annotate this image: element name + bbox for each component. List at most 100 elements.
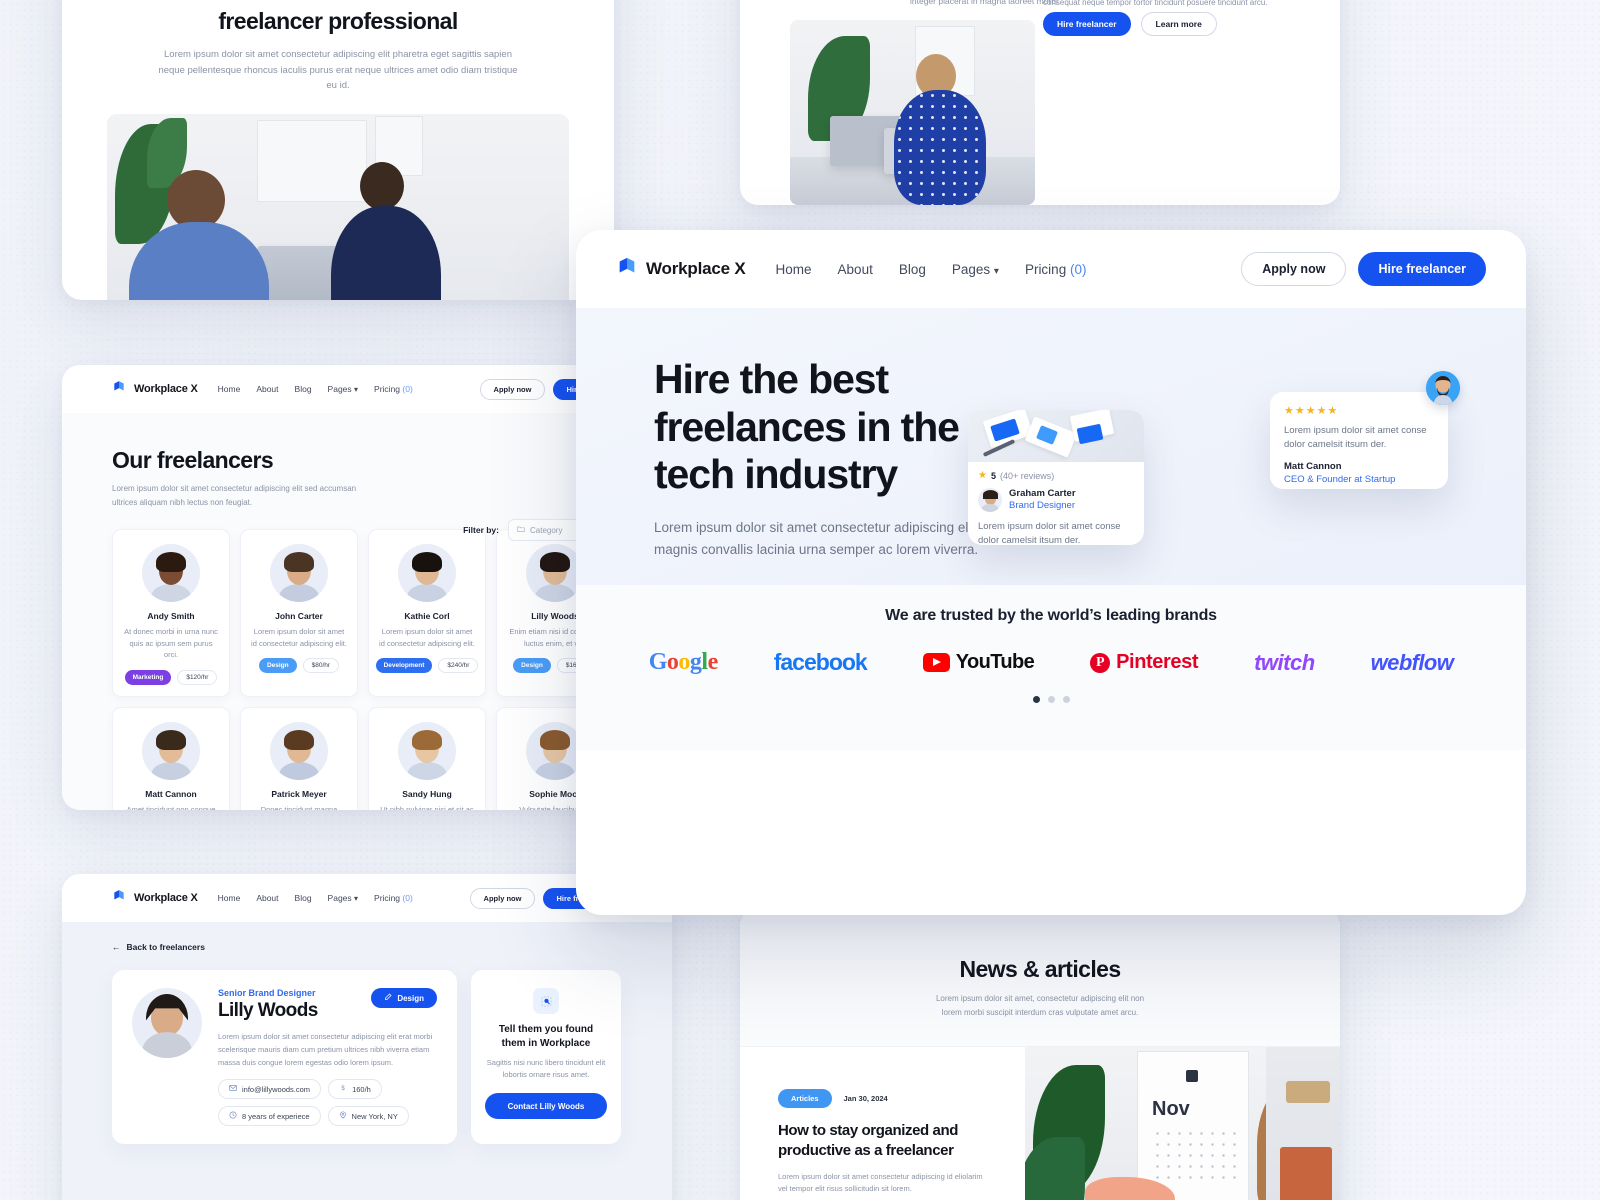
nav-item-blog[interactable]: Blog	[295, 893, 312, 903]
news-header: News & articles Lorem ipsum dolor sit am…	[740, 908, 1340, 1046]
hire-freelancer-button[interactable]: Hire freelancer	[1043, 12, 1131, 36]
panel-profile: Workplace X Home About Blog Pages ▾ Pric…	[62, 874, 672, 1200]
freelancer-category-tag[interactable]: Marketing	[124, 670, 172, 686]
freelancer-card[interactable]: Sandy Hung Ut nibh pulvinar nisi et sit a…	[368, 707, 486, 810]
profile-tag-button[interactable]: Design	[371, 988, 437, 1008]
logo[interactable]: Workplace X	[616, 256, 746, 283]
freelancer-category-tag[interactable]: Design	[258, 658, 297, 674]
freelancer-name: Kathie Corl	[404, 611, 450, 622]
hero-freelancer-card[interactable]: ★ 5 (40+ reviews) Graham Carter Brand De…	[968, 410, 1144, 545]
profile-meta-chip: New York, NY	[327, 1106, 409, 1127]
logo-text: Workplace X	[134, 892, 198, 904]
profile-meta-chip: info@lillywoods.com	[218, 1079, 322, 1100]
play-icon	[922, 653, 950, 672]
contact-lilly-woods-button[interactable]: Contact Lilly Woods	[485, 1093, 607, 1119]
apply-now-button[interactable]: Apply now	[1241, 252, 1347, 286]
freelancer-bio: Lorem ipsum dolor sit amet id consectetu…	[379, 627, 475, 648]
nav-item-about[interactable]: About	[838, 262, 873, 277]
freelancer-card[interactable]: John Carter Lorem ipsum dolor sit amet id…	[240, 529, 358, 698]
dollar-icon: $	[339, 1084, 347, 1094]
freelancer-bio: Ut nibh pulvinar nisi et sit ac venenati…	[380, 805, 474, 810]
back-to-freelancers-link[interactable]: ← Back to freelancers	[112, 942, 622, 952]
news-subtitle: Lorem ipsum dolor sit amet, consectetur …	[935, 994, 1145, 1017]
badge-icon	[533, 988, 559, 1014]
contact-card-title: Tell them you found them in Workplace	[498, 1024, 594, 1049]
freelancer-card-body: ★ 5 (40+ reviews) Graham Carter Brand De…	[968, 462, 1144, 545]
mockup-canvas: freelancer professional Lorem ipsum dolo…	[0, 0, 1600, 1200]
news-heading: News & articles	[959, 956, 1121, 982]
carousel-dots[interactable]	[1032, 696, 1070, 703]
freelancer-card[interactable]: Andy Smith At donec morbi in urna nunc qu…	[112, 529, 230, 698]
apply-now-button[interactable]: Apply now	[479, 378, 546, 400]
panel-hero: Workplace X Home About Blog Pages ▾ Pric…	[576, 230, 1526, 915]
nav-item-home[interactable]: Home	[776, 262, 812, 277]
apply-now-button[interactable]: Apply now	[469, 887, 536, 909]
profile-meta-chip: 8 years of experiece	[218, 1106, 321, 1127]
nav-links: Home About Blog Pages ▾ Pricing (0)	[218, 893, 413, 903]
nav-item-pages[interactable]: Pages ▾	[952, 262, 999, 277]
article-title[interactable]: How to stay organized and productive as a…	[778, 1121, 987, 1161]
carousel-dot[interactable]	[1032, 696, 1040, 703]
top-left-photo	[107, 114, 569, 300]
nav-links: Home About Blog Pages ▾ Pricing (0)	[776, 262, 1087, 277]
nav-item-pricing[interactable]: Pricing (0)	[374, 893, 413, 903]
arrow-left-icon: ←	[112, 942, 121, 952]
contact-card-text: Sagittis nisi nunc libero tincidunt elit…	[486, 1058, 606, 1079]
freelancer-bio: At donec morbi in urna nunc quis ac ipsu…	[124, 627, 218, 660]
hero-subtitle: Lorem ipsum dolor sit amet consectetur a…	[654, 519, 979, 557]
freelancer-name: John Carter	[275, 611, 323, 622]
rating-row: ★ 5 (40+ reviews)	[978, 470, 1134, 481]
back-label: Back to freelancers	[126, 942, 205, 952]
freelancer-tags: Marketing $120/hr	[123, 670, 219, 686]
nav-item-blog[interactable]: Blog	[295, 384, 312, 394]
filter-category-value: Category	[530, 525, 563, 535]
nav-item-about[interactable]: About	[256, 384, 278, 394]
freelancer-card[interactable]: Patrick Meyer Donec tincidunt magna lorem…	[240, 707, 358, 810]
hire-freelancer-button[interactable]: Hire freelancer	[1358, 252, 1486, 286]
workplace-logo-icon	[112, 380, 126, 399]
freelancer-card[interactable]: Matt Cannon Amet tincidunt non congue vel…	[112, 707, 230, 810]
panel-top-right: integer placerat in magna laoreet morbi …	[740, 0, 1340, 205]
nav-item-pages[interactable]: Pages ▾	[328, 893, 359, 903]
nav-item-home[interactable]: Home	[218, 384, 241, 394]
freelancer-quote: Lorem ipsum dolor sit amet conse dolor c…	[978, 521, 1121, 545]
profile-body: ← Back to freelancers Design Senior Bran…	[62, 922, 672, 1200]
freelancer-role: Brand Designer	[1009, 499, 1076, 511]
review-count: (40+ reviews)	[999, 470, 1055, 481]
nav-item-pricing[interactable]: Pricing (0)	[374, 384, 413, 394]
mail-icon	[229, 1084, 237, 1094]
nav-item-pricing[interactable]: Pricing (0)	[1025, 262, 1087, 277]
pinterest-icon: P	[1090, 652, 1111, 673]
learn-more-button[interactable]: Learn more	[1140, 12, 1217, 36]
profile-tag-label: Design	[397, 993, 424, 1003]
nav-item-blog[interactable]: Blog	[899, 262, 926, 277]
carousel-dot[interactable]	[1047, 696, 1055, 703]
profile-meta-label: New York, NY	[351, 1111, 398, 1121]
profile-row: Design Senior Brand Designer Lilly Woods…	[112, 970, 622, 1145]
logo[interactable]: Workplace X	[112, 380, 198, 399]
freelancers-subtitle: Lorem ipsum dolor sit amet consectetur a…	[112, 484, 357, 507]
freelancer-category-tag[interactable]: Development	[375, 658, 433, 674]
top-left-paragraph: Lorem ipsum dolor sit amet consectetur a…	[158, 49, 518, 92]
carousel-dot[interactable]	[1062, 696, 1070, 703]
navbar-hero: Workplace X Home About Blog Pages ▾ Pric…	[576, 230, 1526, 308]
testimonial-role: CEO & Founder at Startup	[1284, 473, 1396, 485]
pencil-icon	[384, 993, 392, 1003]
freelancer-tags: Design $80/hr	[251, 658, 347, 674]
rating-value: 5	[990, 470, 996, 481]
svg-text:$: $	[341, 1086, 345, 1092]
avatar	[398, 544, 456, 603]
nav-item-home[interactable]: Home	[218, 893, 241, 903]
brand-logo-google: Google	[648, 649, 719, 675]
profile-meta-chip: $160/h	[328, 1079, 382, 1100]
article-badge[interactable]: Articles	[778, 1089, 832, 1108]
profile-card: Design Senior Brand Designer Lilly Woods…	[112, 970, 457, 1145]
contact-card: Tell them you found them in Workplace Sag…	[471, 970, 621, 1145]
nav-item-about[interactable]: About	[256, 893, 278, 903]
nav-item-pages[interactable]: Pages ▾	[328, 384, 359, 394]
freelancer-card[interactable]: Kathie Corl Lorem ipsum dolor sit amet id…	[368, 529, 486, 698]
freelancer-category-tag[interactable]: Design	[513, 658, 551, 674]
profile-meta-label: 8 years of experiece	[242, 1111, 310, 1121]
hero-testimonial-card: ★★★★★ Lorem ipsum dolor sit amet conse d…	[1270, 392, 1448, 489]
logo[interactable]: Workplace X	[112, 889, 198, 908]
